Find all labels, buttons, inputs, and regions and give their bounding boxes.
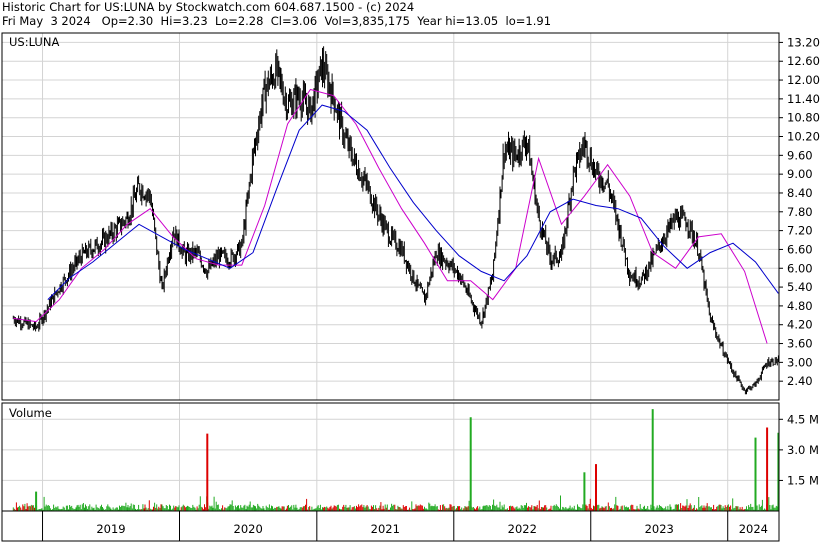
price-tick-label: 3.60: [787, 337, 813, 351]
year-label: 2024: [739, 522, 768, 536]
price-tick-label: 13.20: [787, 35, 820, 49]
stock-chart: 2019 2020 2021 2022 2023 2024 13.20 12.60 12.00 1…: [1, 32, 820, 542]
price-tick-label: 3.00: [787, 355, 813, 369]
price-tick-label: 10.20: [787, 130, 820, 144]
year-label: 2021: [371, 522, 400, 536]
price-tick-label: 2.40: [787, 374, 813, 388]
price-tick-label: 7.80: [787, 205, 813, 219]
chart-symbol-label: US:LUNA: [9, 35, 59, 49]
price-tick-label: 5.40: [787, 280, 813, 294]
volume-tick-label: 4.5 M: [787, 412, 819, 426]
volume-panel-title: Volume: [9, 406, 52, 420]
price-tick-label: 6.00: [787, 261, 813, 275]
price-tick-label: 4.20: [787, 318, 813, 332]
price-tick-label: 10.80: [787, 111, 820, 125]
volume-tick-label: 3.0 M: [787, 443, 819, 457]
price-tick-label: 7.20: [787, 224, 813, 238]
year-label: 2022: [508, 522, 537, 536]
price-panel: [1, 32, 780, 401]
price-tick-label: 8.40: [787, 186, 813, 200]
price-tick-label: 9.60: [787, 148, 813, 162]
price-tick-label: 4.80: [787, 299, 813, 313]
price-tick-label: 11.40: [787, 92, 820, 106]
year-label: 2019: [96, 522, 125, 536]
price-tick-label: 9.00: [787, 167, 813, 181]
year-label: 2020: [234, 522, 263, 536]
price-tick-label: 12.00: [787, 73, 820, 87]
year-label: 2023: [645, 522, 674, 536]
volume-tick-label: 1.5 M: [787, 473, 819, 487]
price-tick-label: 6.60: [787, 242, 813, 256]
price-tick-label: 12.60: [787, 54, 820, 68]
